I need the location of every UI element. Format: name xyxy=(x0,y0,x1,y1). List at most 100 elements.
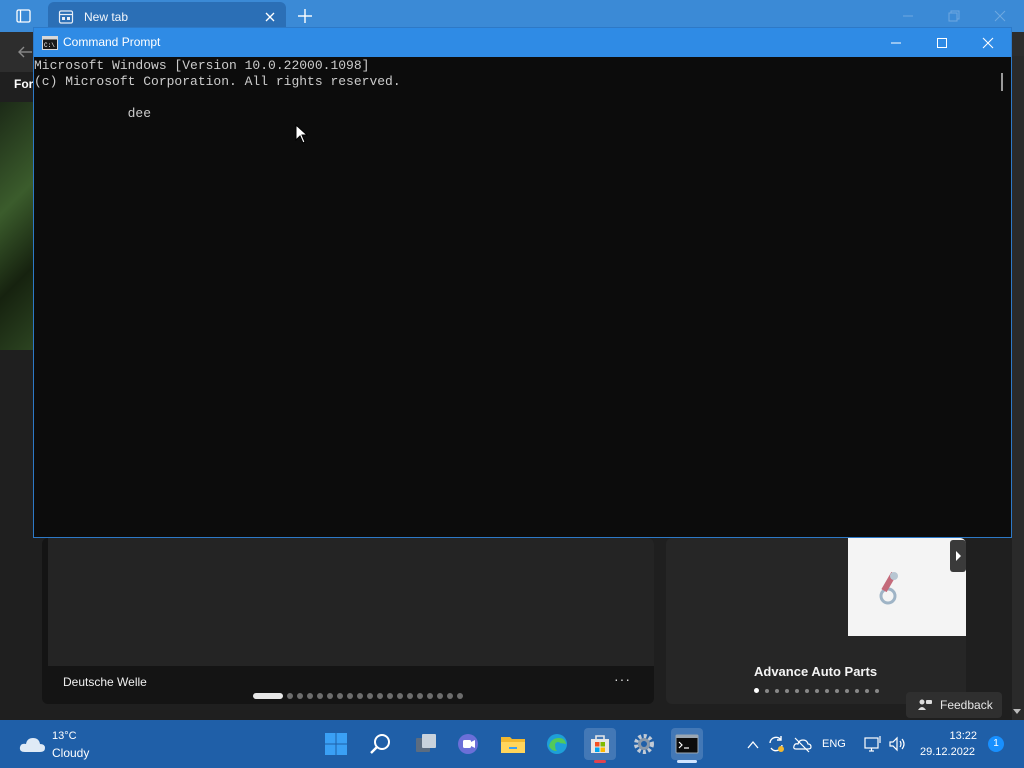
pagination-dot[interactable] xyxy=(317,693,323,699)
chevron-right-icon xyxy=(956,551,961,561)
browser-restore-icon[interactable] xyxy=(946,8,962,24)
tab-label: New tab xyxy=(84,10,129,24)
edge-button[interactable] xyxy=(541,728,573,760)
carousel-next-button[interactable] xyxy=(950,540,966,572)
pagination-dot[interactable] xyxy=(765,688,769,693)
running-indicator xyxy=(594,760,606,763)
feedback-icon xyxy=(918,699,932,710)
close-button[interactable] xyxy=(965,28,1011,57)
pagination-dot[interactable] xyxy=(835,688,839,693)
command-prompt-window[interactable]: C:\ Command Prompt Microsoft Windows [Ve… xyxy=(33,27,1012,538)
terminal-icon xyxy=(675,734,699,754)
clock-time[interactable]: 13:22 xyxy=(949,730,977,742)
pagination-dot[interactable] xyxy=(347,693,353,699)
file-explorer-button[interactable] xyxy=(497,728,529,760)
carousel-pagination[interactable] xyxy=(253,693,463,699)
pagination-dot[interactable] xyxy=(845,688,849,693)
feedback-button[interactable]: Feedback xyxy=(906,692,1002,718)
maximize-button[interactable] xyxy=(919,28,965,57)
weather-temperature[interactable]: 13°C xyxy=(52,730,77,742)
edge-icon xyxy=(547,734,567,754)
search-button[interactable] xyxy=(364,728,396,760)
news-card-image xyxy=(48,538,654,666)
chat-button[interactable] xyxy=(452,728,484,760)
pagination-dot[interactable] xyxy=(417,693,423,699)
browser-minimize-icon[interactable] xyxy=(900,8,916,24)
pagination-dot[interactable] xyxy=(297,693,303,699)
pagination-dot[interactable] xyxy=(427,693,433,699)
minimize-icon xyxy=(891,42,901,43)
task-view-button[interactable] xyxy=(410,728,442,760)
feed-tab-label[interactable]: For xyxy=(14,77,33,91)
scroll-down-icon[interactable] xyxy=(1012,706,1022,716)
pagination-dot[interactable] xyxy=(457,693,463,699)
pagination-dot[interactable] xyxy=(865,688,869,693)
page-scrollbar-track[interactable] xyxy=(1012,56,1024,720)
file-explorer-icon xyxy=(501,737,525,753)
settings-button[interactable] xyxy=(628,728,660,760)
pagination-dot[interactable] xyxy=(287,693,293,699)
teams-chat-icon xyxy=(458,734,478,754)
pagination-dot[interactable] xyxy=(875,688,879,693)
pagination-dot[interactable] xyxy=(825,688,829,693)
pagination-dot[interactable] xyxy=(387,693,393,699)
console-app-icon: C:\ xyxy=(42,36,58,50)
onedrive-offline-icon[interactable] xyxy=(792,734,812,754)
auto-part-image xyxy=(879,571,898,605)
ad-title[interactable]: Advance Auto Parts xyxy=(754,664,877,679)
microsoft-store-button[interactable] xyxy=(584,728,616,763)
terminal-button[interactable] xyxy=(671,728,703,763)
pagination-dot[interactable] xyxy=(377,693,383,699)
tab-actions-button[interactable] xyxy=(10,6,38,26)
console-output[interactable]: Microsoft Windows [Version 10.0.22000.10… xyxy=(34,57,1011,537)
pagination-dot[interactable] xyxy=(795,688,799,693)
taskbar: 13°C Cloudy ENG 13:22 29.12.2022 1 xyxy=(0,720,1024,768)
microsoft-store-icon xyxy=(591,735,609,753)
sync-icon[interactable] xyxy=(766,734,786,754)
console-line: (c) Microsoft Corporation. All rights re… xyxy=(34,74,401,89)
new-tab-plus-icon[interactable] xyxy=(295,6,315,26)
chevron-up-icon[interactable] xyxy=(746,738,760,752)
pagination-dot[interactable] xyxy=(407,693,413,699)
window-title: Command Prompt xyxy=(63,35,161,49)
network-icon[interactable] xyxy=(863,734,883,754)
console-scrollbar-thumb[interactable] xyxy=(1001,73,1003,91)
tab-actions-icon xyxy=(16,9,31,23)
ad-card[interactable]: Advance Auto Parts xyxy=(666,538,966,704)
pagination-dot[interactable] xyxy=(815,688,819,693)
pagination-dot[interactable] xyxy=(855,688,859,693)
mouse-pointer-icon xyxy=(295,124,309,144)
pagination-dot[interactable] xyxy=(447,693,453,699)
notification-badge[interactable]: 1 xyxy=(988,736,1004,752)
ad-pagination[interactable] xyxy=(754,688,879,693)
back-arrow-icon[interactable] xyxy=(16,43,34,61)
cmd-title-bar[interactable]: C:\ Command Prompt xyxy=(34,28,1011,57)
news-card[interactable]: Deutsche Welle ··· xyxy=(42,538,654,704)
hero-image[interactable] xyxy=(0,102,34,350)
pagination-dot[interactable] xyxy=(253,693,283,699)
pagination-dot[interactable] xyxy=(327,693,333,699)
pagination-dot[interactable] xyxy=(397,693,403,699)
pagination-dot[interactable] xyxy=(754,688,759,693)
pagination-dot[interactable] xyxy=(775,688,779,693)
pagination-dot[interactable] xyxy=(805,688,809,693)
svg-text:C:\: C:\ xyxy=(44,42,55,49)
pagination-dot[interactable] xyxy=(307,693,313,699)
input-language[interactable]: ENG xyxy=(822,738,846,750)
cloud-icon[interactable] xyxy=(18,734,46,754)
volume-icon[interactable] xyxy=(887,734,907,754)
pagination-dot[interactable] xyxy=(357,693,363,699)
weather-condition[interactable]: Cloudy xyxy=(52,746,89,760)
close-tab-icon[interactable] xyxy=(262,9,278,25)
pagination-dot[interactable] xyxy=(367,693,373,699)
console-input-line: dee xyxy=(34,106,152,121)
start-button[interactable] xyxy=(320,728,352,760)
minimize-button[interactable] xyxy=(873,28,919,57)
pagination-dot[interactable] xyxy=(785,688,789,693)
browser-close-icon[interactable] xyxy=(992,8,1008,24)
pagination-dot[interactable] xyxy=(337,693,343,699)
more-options-button[interactable]: ··· xyxy=(614,671,631,687)
search-icon xyxy=(370,734,390,754)
pagination-dot[interactable] xyxy=(437,693,443,699)
clock-date[interactable]: 29.12.2022 xyxy=(920,746,975,758)
